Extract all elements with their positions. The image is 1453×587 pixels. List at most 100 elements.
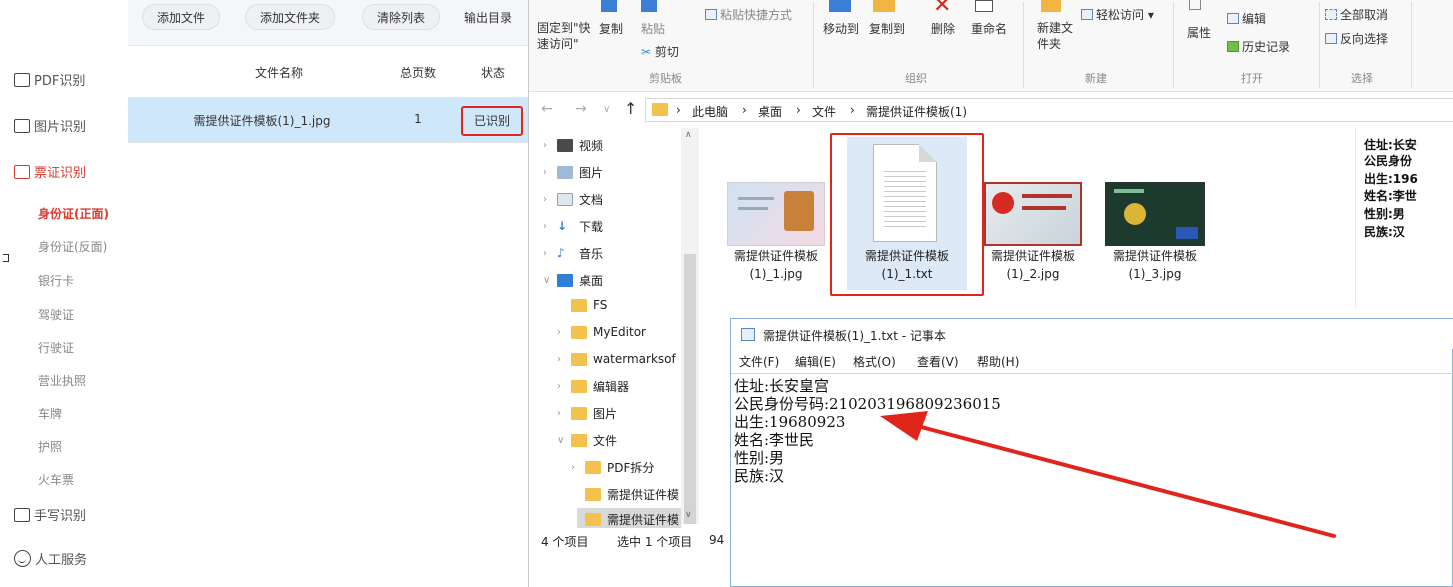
back-arrow-icon[interactable]: ← bbox=[541, 101, 553, 117]
nav-item-files[interactable]: ∨ 文件 bbox=[557, 429, 617, 451]
sidebar-item-pdf[interactable]: PDF识别 bbox=[14, 70, 85, 89]
status-badge: 已识别 bbox=[461, 106, 523, 136]
paste-shortcut-icon bbox=[705, 9, 717, 20]
nav-item-videos[interactable]: › 视频 bbox=[543, 134, 603, 156]
breadcrumb-desktop[interactable]: 桌面 bbox=[758, 103, 782, 120]
folder-icon bbox=[585, 512, 601, 526]
notepad-titlebar[interactable]: 需提供证件模板(1)_1.txt - 记事本 bbox=[731, 319, 1453, 349]
emblem-icon bbox=[992, 192, 1014, 214]
history-label: 历史记录 bbox=[1242, 40, 1291, 54]
folder-icon bbox=[585, 460, 601, 474]
breadcrumb-this-pc[interactable]: 此电脑 bbox=[692, 103, 728, 120]
nav-item-downloads[interactable]: › ↓ 下载 bbox=[543, 215, 603, 237]
history-button[interactable]: 历史记录 bbox=[1227, 38, 1290, 55]
nav-item-template-2[interactable]: 需提供证件模 bbox=[577, 508, 681, 528]
nav-item-desktop[interactable]: ∨ 桌面 bbox=[543, 269, 603, 291]
invert-select-label: 反向选择 bbox=[1340, 32, 1389, 46]
sidebar-sub-vehicle-license[interactable]: 行驶证 bbox=[38, 339, 74, 356]
text-line bbox=[738, 197, 774, 200]
breadcrumb-template-folder[interactable]: 需提供证件模板(1) bbox=[866, 103, 967, 120]
clear-list-button[interactable]: 清除列表 bbox=[362, 4, 441, 30]
move-to-button[interactable]: 移动到 bbox=[823, 20, 859, 37]
file-thumb-id-back[interactable] bbox=[984, 182, 1082, 246]
sidebar-sub-id-front[interactable]: 身份证(正面) bbox=[38, 205, 109, 222]
copy-to-button[interactable]: 复制到 bbox=[869, 20, 905, 37]
sidebar-item-service[interactable]: 人工服务 bbox=[14, 549, 87, 568]
selected-file-outline bbox=[830, 133, 984, 296]
nav-scrollbar[interactable]: ∧ ∨ bbox=[681, 128, 699, 524]
breadcrumb-files[interactable]: 文件 bbox=[812, 103, 836, 120]
delete-button[interactable]: 删除 bbox=[931, 20, 955, 37]
pin-quick-access-button[interactable]: 固定到"快速访问" bbox=[537, 20, 593, 52]
copy-button[interactable]: 复制 bbox=[599, 20, 623, 37]
paste-button[interactable]: 粘贴 bbox=[641, 20, 665, 37]
nav-item-images[interactable]: › 图片 bbox=[557, 402, 617, 424]
up-arrow-icon[interactable]: ↑ bbox=[624, 99, 637, 118]
sidebar-item-image[interactable]: 图片识别 bbox=[14, 116, 86, 135]
easy-access-button[interactable]: 轻松访问 ▾ bbox=[1081, 6, 1154, 23]
nav-item-pdf-split[interactable]: › PDF拆分 bbox=[571, 456, 654, 478]
menu-help[interactable]: 帮助(H) bbox=[977, 353, 1019, 370]
file-label-jpg-2[interactable]: 需提供证件模板 (1)_2.jpg bbox=[973, 247, 1093, 283]
add-file-button[interactable]: 添加文件 bbox=[142, 4, 221, 30]
file-label-jpg-1[interactable]: 需提供证件模板 (1)_1.jpg bbox=[716, 247, 836, 283]
folder-icon bbox=[571, 352, 587, 366]
nav-label: MyEditor bbox=[593, 325, 646, 339]
add-folder-button[interactable]: 添加文件夹 bbox=[245, 4, 336, 30]
chevron-down-icon: ∨ bbox=[557, 434, 565, 446]
sidebar-sub-driver-license[interactable]: 驾驶证 bbox=[38, 306, 74, 323]
notepad-menubar: 文件(F) 编辑(E) 格式(O) 查看(V) 帮助(H) bbox=[731, 350, 1453, 372]
edit-button[interactable]: 编辑 bbox=[1227, 10, 1266, 27]
nav-label: FS bbox=[593, 298, 608, 312]
address-input[interactable]: › 此电脑 › 桌面 › 文件 › 需提供证件模板(1) bbox=[645, 98, 1453, 122]
new-folder-button[interactable]: 新建文件夹 bbox=[1037, 20, 1077, 52]
nav-label: 桌面 bbox=[579, 273, 604, 288]
notepad-title: 需提供证件模板(1)_1.txt - 记事本 bbox=[763, 329, 946, 343]
desktop-icon bbox=[557, 273, 573, 287]
menu-format[interactable]: 格式(O) bbox=[853, 353, 896, 370]
scroll-up-icon[interactable]: ∧ bbox=[685, 130, 692, 140]
sidebar-sub-id-back[interactable]: 身份证(反面) bbox=[38, 238, 107, 255]
sidebar-sub-license-plate[interactable]: 车牌 bbox=[38, 405, 62, 422]
sidebar-sub-passport[interactable]: 护照 bbox=[38, 438, 62, 455]
sidebar-item-ticket[interactable]: 票证识别 bbox=[14, 162, 86, 181]
select-none-button[interactable]: 全部取消 bbox=[1325, 6, 1388, 23]
menu-edit[interactable]: 编辑(E) bbox=[795, 353, 836, 370]
forward-arrow-icon[interactable]: → bbox=[575, 101, 587, 117]
sidebar-sub-train-ticket[interactable]: 火车票 bbox=[38, 471, 74, 488]
nav-item-watermark[interactable]: › watermarksof bbox=[557, 348, 676, 370]
file-thumb-id-front[interactable] bbox=[727, 182, 825, 246]
text-line bbox=[1022, 206, 1066, 210]
table-row[interactable]: 需提供证件模板(1)_1.jpg 1 已识别 bbox=[128, 98, 528, 142]
nav-label: 视频 bbox=[579, 138, 604, 153]
nav-item-myeditor[interactable]: › MyEditor bbox=[557, 321, 646, 343]
invert-select-button[interactable]: 反向选择 bbox=[1325, 30, 1388, 47]
sidebar-item-handwriting[interactable]: 手写识别 bbox=[14, 505, 86, 524]
sidebar-sub-business-license[interactable]: 营业执照 bbox=[38, 372, 86, 389]
recent-chevron-icon[interactable]: ∨ bbox=[603, 104, 610, 115]
nav-item-pictures[interactable]: › 图片 bbox=[543, 161, 603, 183]
nav-scroll-thumb[interactable] bbox=[684, 254, 696, 524]
cut-button[interactable]: ✂ 剪切 bbox=[641, 43, 679, 60]
sidebar-sub-bank-card[interactable]: 银行卡 bbox=[38, 272, 74, 289]
file-thumb-bank-card[interactable] bbox=[1105, 182, 1205, 246]
scroll-down-icon[interactable]: ∨ bbox=[685, 510, 692, 520]
properties-button[interactable]: 属性 bbox=[1187, 24, 1211, 41]
file-label-jpg-3[interactable]: 需提供证件模板 (1)_3.jpg bbox=[1095, 247, 1215, 283]
menu-view[interactable]: 查看(V) bbox=[917, 353, 959, 370]
rename-button[interactable]: 重命名 bbox=[971, 20, 1007, 37]
nav-item-template-1[interactable]: 需提供证件模 bbox=[585, 483, 679, 505]
nav-item-documents[interactable]: › 文档 bbox=[543, 188, 603, 210]
notepad-text-area[interactable]: 住址:长安皇宫 公民身份号码:210203196809236015 出生:196… bbox=[731, 373, 1453, 587]
select-none-label: 全部取消 bbox=[1340, 8, 1389, 22]
paste-shortcut-button[interactable]: 粘贴快捷方式 bbox=[705, 6, 792, 23]
easy-access-icon bbox=[1081, 9, 1093, 20]
nav-item-music[interactable]: › ♪ 音乐 bbox=[543, 242, 603, 264]
menu-file[interactable]: 文件(F) bbox=[739, 353, 779, 370]
chevron-right-icon: › bbox=[571, 461, 575, 473]
paste-icon bbox=[641, 0, 657, 12]
output-dir-label[interactable]: 输出目录 bbox=[464, 9, 512, 26]
nav-item-fs[interactable]: FS bbox=[571, 294, 607, 316]
nav-item-editor[interactable]: › 编辑器 bbox=[557, 375, 629, 397]
easy-access-label: 轻松访问 bbox=[1096, 8, 1145, 22]
